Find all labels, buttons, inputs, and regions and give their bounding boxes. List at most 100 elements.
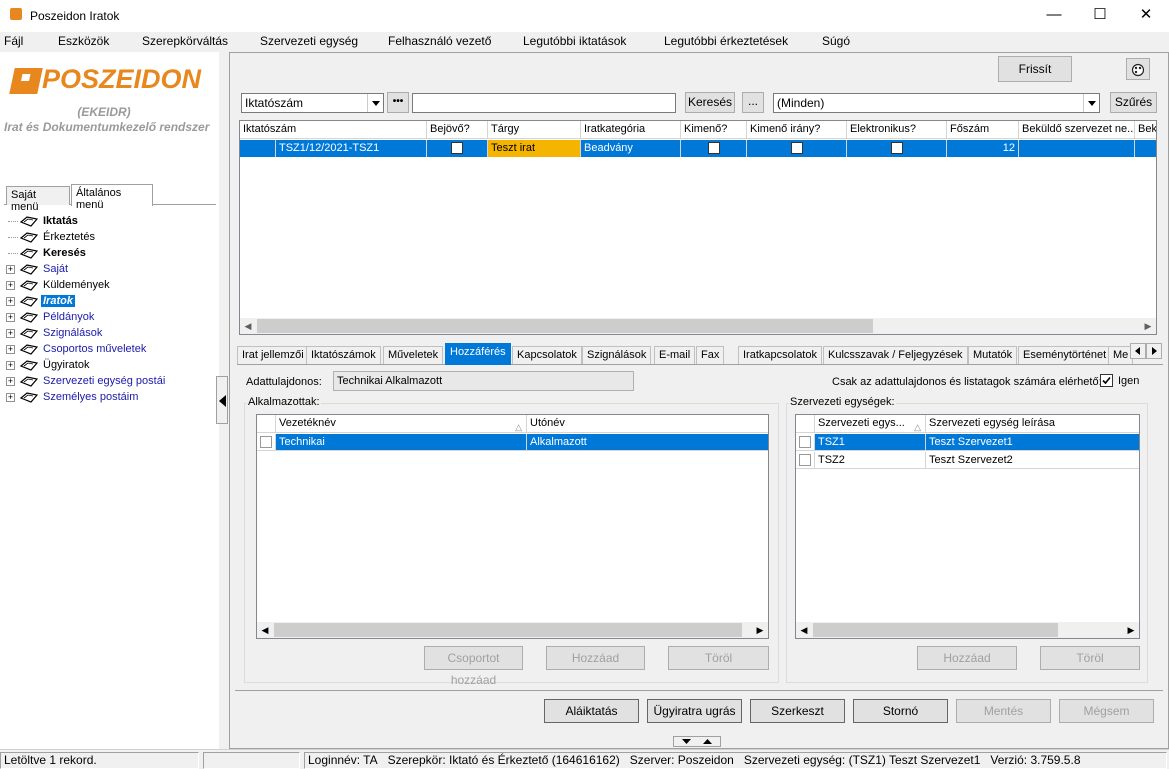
column-header[interactable]: Kimenő irány?: [747, 121, 847, 139]
menu-recent-registrations[interactable]: Legutóbbi iktatások: [523, 34, 626, 48]
scroll-right-icon[interactable]: ▶: [752, 622, 768, 638]
menu-recent-arrivals[interactable]: Legutóbbi érkeztetések: [664, 34, 788, 48]
horizontal-scrollbar[interactable]: ◀ ▶: [257, 622, 768, 638]
sidebar-item-szemelyes-postaim[interactable]: + Személyes postáim: [4, 390, 216, 406]
scroll-thumb[interactable]: [257, 319, 873, 333]
tab-iratkapcsolatok[interactable]: Iratkapcsolatok: [738, 346, 822, 364]
checkbox[interactable]: [260, 436, 272, 448]
scroll-right-icon[interactable]: ▶: [1123, 622, 1139, 638]
scroll-right-icon[interactable]: ▶: [1140, 318, 1156, 334]
sidebar-item-csoportos-muveletek[interactable]: + Csoportos műveletek: [4, 342, 216, 358]
search-button[interactable]: Keresés: [685, 92, 735, 113]
close-button[interactable]: ✕: [1123, 0, 1169, 32]
panel-toggle[interactable]: [673, 736, 721, 747]
checkbox[interactable]: [708, 142, 720, 154]
sidebar-item-iktatas[interactable]: Iktatás: [4, 214, 216, 230]
scroll-left-icon[interactable]: ◀: [240, 318, 256, 334]
tab-own-menu[interactable]: Saját menü: [6, 186, 70, 213]
filter-select[interactable]: (Minden): [773, 93, 1100, 113]
expand-icon[interactable]: +: [6, 393, 15, 402]
tab-kulcsszavak[interactable]: Kulcsszavak / Feljegyzések: [823, 346, 968, 364]
horizontal-scrollbar[interactable]: ◀ ▶: [240, 318, 1156, 334]
tab-kapcsolatok[interactable]: Kapcsolatok: [512, 346, 582, 364]
expand-icon[interactable]: +: [6, 329, 15, 338]
sidebar-item-peldanyok[interactable]: + Példányok: [4, 310, 216, 326]
column-header[interactable]: Iratkategória: [581, 121, 681, 139]
tab-mutatok[interactable]: Mutatók: [968, 346, 1018, 364]
jump-to-case-button[interactable]: Ügyiratra ugrás: [647, 699, 742, 723]
add-unit-button[interactable]: Hozzáad: [917, 646, 1017, 670]
checkbox[interactable]: [891, 142, 903, 154]
checkbox[interactable]: [799, 436, 811, 448]
expand-icon[interactable]: +: [6, 297, 15, 306]
refresh-button[interactable]: Frissít: [998, 56, 1072, 82]
more-options-button[interactable]: •••: [387, 92, 409, 113]
tab-szignalasok[interactable]: Szignálások: [582, 346, 652, 364]
expand-icon[interactable]: +: [6, 265, 15, 274]
sidebar-item-szignalasok[interactable]: + Szignálások: [4, 326, 216, 342]
sidebar-item-ugyiratok[interactable]: + Ügyiratok: [4, 358, 216, 374]
menu-user-leader[interactable]: Felhasználó vezető: [388, 34, 491, 48]
employees-grid[interactable]: Vezetéknév △ Utónév Technikai Alkalmazott…: [256, 414, 769, 639]
storno-button[interactable]: Stornó: [853, 699, 948, 723]
scroll-left-icon[interactable]: ◀: [796, 622, 812, 638]
maximize-button[interactable]: ☐: [1077, 0, 1123, 32]
expand-icon[interactable]: +: [6, 281, 15, 290]
menu-tools[interactable]: Eszközök: [58, 34, 109, 48]
units-grid[interactable]: Szervezeti egys... △ Szervezeti egység le…: [795, 414, 1140, 639]
column-header-unit-code[interactable]: Szervezeti egys... △: [815, 415, 926, 433]
sidebar-item-iratok[interactable]: + Iratok: [4, 294, 216, 310]
column-header-unit-desc[interactable]: Szervezeti egység leírása: [926, 415, 1139, 433]
add-employee-button[interactable]: Hozzáad: [546, 646, 645, 670]
tab-general-menu[interactable]: Általános menü: [71, 184, 153, 211]
delete-unit-button[interactable]: Töröl: [1040, 646, 1140, 670]
sidebar-item-sajat[interactable]: + Saját: [4, 262, 216, 278]
column-header[interactable]: Bek: [1135, 121, 1156, 139]
checkbox[interactable]: [451, 142, 463, 154]
cancel-button[interactable]: Mégsem: [1059, 699, 1154, 723]
add-group-button[interactable]: Csoportot hozzáad: [424, 646, 523, 687]
column-header[interactable]: Főszám: [947, 121, 1019, 139]
palette-button[interactable]: [1126, 58, 1150, 80]
ellipsis-button[interactable]: ...: [742, 92, 764, 113]
column-header[interactable]: Beküldő szervezet ne...: [1019, 121, 1135, 139]
column-header[interactable]: Kimenő?: [681, 121, 747, 139]
column-header-firstname[interactable]: Utónév: [527, 415, 768, 433]
tab-scroll-left-icon[interactable]: [1130, 343, 1146, 359]
expand-icon[interactable]: +: [6, 361, 15, 370]
edit-button[interactable]: Szerkeszt: [750, 699, 845, 723]
expand-icon[interactable]: +: [6, 377, 15, 386]
sidebar-item-erkeztetes[interactable]: Érkeztetés: [4, 230, 216, 246]
checkbox[interactable]: [791, 142, 803, 154]
collapse-pane-button[interactable]: [216, 376, 228, 424]
tab-esemenytortenet[interactable]: Eseménytörténet: [1018, 346, 1112, 364]
menu-help[interactable]: Súgó: [822, 34, 850, 48]
documents-grid[interactable]: Iktatószám Bejövő? Tárgy Iratkategória K…: [239, 120, 1157, 335]
menu-org-unit[interactable]: Szervezeti egység: [260, 34, 358, 48]
save-button[interactable]: Mentés: [956, 699, 1051, 723]
column-header-lastname[interactable]: Vezetéknév △: [276, 415, 527, 433]
menu-file[interactable]: Fájl: [4, 34, 23, 48]
expand-icon[interactable]: +: [6, 345, 15, 354]
column-header[interactable]: Tárgy: [488, 121, 581, 139]
menu-role-switch[interactable]: Szerepkörváltás: [142, 34, 228, 48]
tab-muveletek[interactable]: Műveletek: [383, 346, 444, 364]
search-field-select[interactable]: Iktatószám: [241, 93, 384, 113]
scroll-left-icon[interactable]: ◀: [257, 622, 273, 638]
scroll-thumb[interactable]: [813, 623, 1058, 637]
tab-scroll-right-icon[interactable]: [1146, 343, 1162, 359]
tab-hozzaferes[interactable]: Hozzáférés: [445, 343, 511, 365]
sidebar-item-kuldemenyek[interactable]: + Küldemények: [4, 278, 216, 294]
checkbox[interactable]: [799, 454, 811, 466]
horizontal-scrollbar[interactable]: ◀ ▶: [796, 622, 1139, 638]
sign-register-button[interactable]: Aláiktatás: [544, 699, 639, 723]
column-header[interactable]: Bejövő?: [427, 121, 488, 139]
minimize-button[interactable]: —: [1031, 0, 1077, 32]
only-owner-checkbox[interactable]: [1100, 374, 1113, 387]
expand-icon[interactable]: +: [6, 313, 15, 322]
tab-email[interactable]: E-mail: [654, 346, 696, 364]
scroll-thumb[interactable]: [274, 623, 742, 637]
delete-employee-button[interactable]: Töröl: [668, 646, 769, 670]
filter-button[interactable]: Szűrés: [1110, 92, 1157, 113]
sidebar-item-szervezeti-egyseg-postai[interactable]: + Szervezeti egység postái: [4, 374, 216, 390]
